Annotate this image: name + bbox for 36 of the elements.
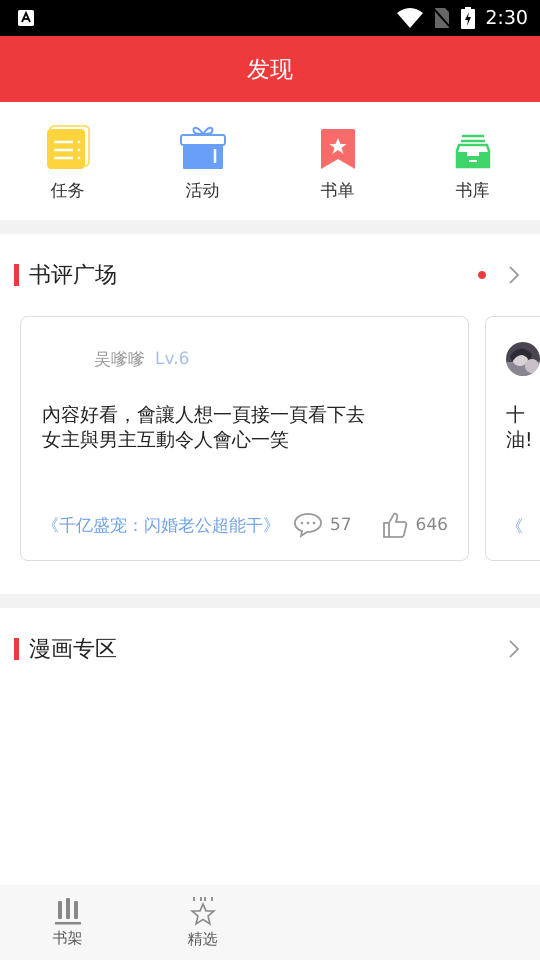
review-card[interactable]: 十 油! 《 bbox=[485, 316, 540, 561]
shortcut-button[interactable]: 书单 bbox=[320, 120, 354, 202]
battery-icon bbox=[461, 7, 476, 29]
thumbs-up-icon[interactable] bbox=[382, 512, 408, 538]
shortcut-button[interactable]: 书库 bbox=[454, 120, 490, 202]
review-text: 女主與男主互動令人會心一笑 bbox=[42, 428, 289, 453]
notification-icon bbox=[18, 10, 34, 26]
drawer-icon bbox=[454, 132, 490, 168]
review-text: 內容好看，會讓人想一頁接一頁看下去 bbox=[42, 403, 365, 428]
document-icon bbox=[46, 124, 90, 168]
wifi-icon bbox=[397, 8, 424, 28]
page-title: 发现 bbox=[247, 56, 293, 84]
review-text: 十 bbox=[506, 403, 525, 428]
bookmark-icon bbox=[320, 128, 354, 168]
review-card[interactable]: 吴嗲嗲 Lv.6 內容好看，會讓人想一頁接一頁看下去 女主與男主互動令人會心一笑 《千亿盛宠：闪婚老公超能干》 57 646 bbox=[20, 316, 469, 561]
comment-icon[interactable] bbox=[294, 512, 322, 538]
comment-count: 57 bbox=[330, 515, 352, 535]
shortcut-button[interactable]: 活动 bbox=[180, 120, 226, 202]
bookshelf-icon bbox=[54, 897, 82, 925]
user-level: Lv.6 bbox=[155, 349, 190, 369]
review-text: 油! bbox=[506, 428, 533, 453]
clock-time: 2:30 bbox=[485, 7, 528, 29]
chevron-right-icon[interactable] bbox=[508, 639, 520, 659]
no-sim-icon bbox=[433, 8, 452, 28]
like-count: 646 bbox=[416, 515, 448, 535]
chevron-right-icon[interactable] bbox=[508, 265, 520, 285]
gift-icon bbox=[180, 124, 226, 168]
username: 吴嗲嗲 bbox=[94, 348, 145, 370]
section-marker bbox=[14, 264, 19, 286]
shortcut-button[interactable]: 任务 bbox=[46, 120, 90, 202]
section-title: 书评广场 bbox=[29, 262, 118, 290]
nav-tab[interactable]: 书架 bbox=[0, 885, 135, 960]
star-icon bbox=[190, 896, 216, 926]
section-title: 漫画专区 bbox=[29, 636, 118, 664]
nav-tab[interactable]: 精选 bbox=[135, 885, 270, 960]
section-marker bbox=[14, 638, 19, 660]
